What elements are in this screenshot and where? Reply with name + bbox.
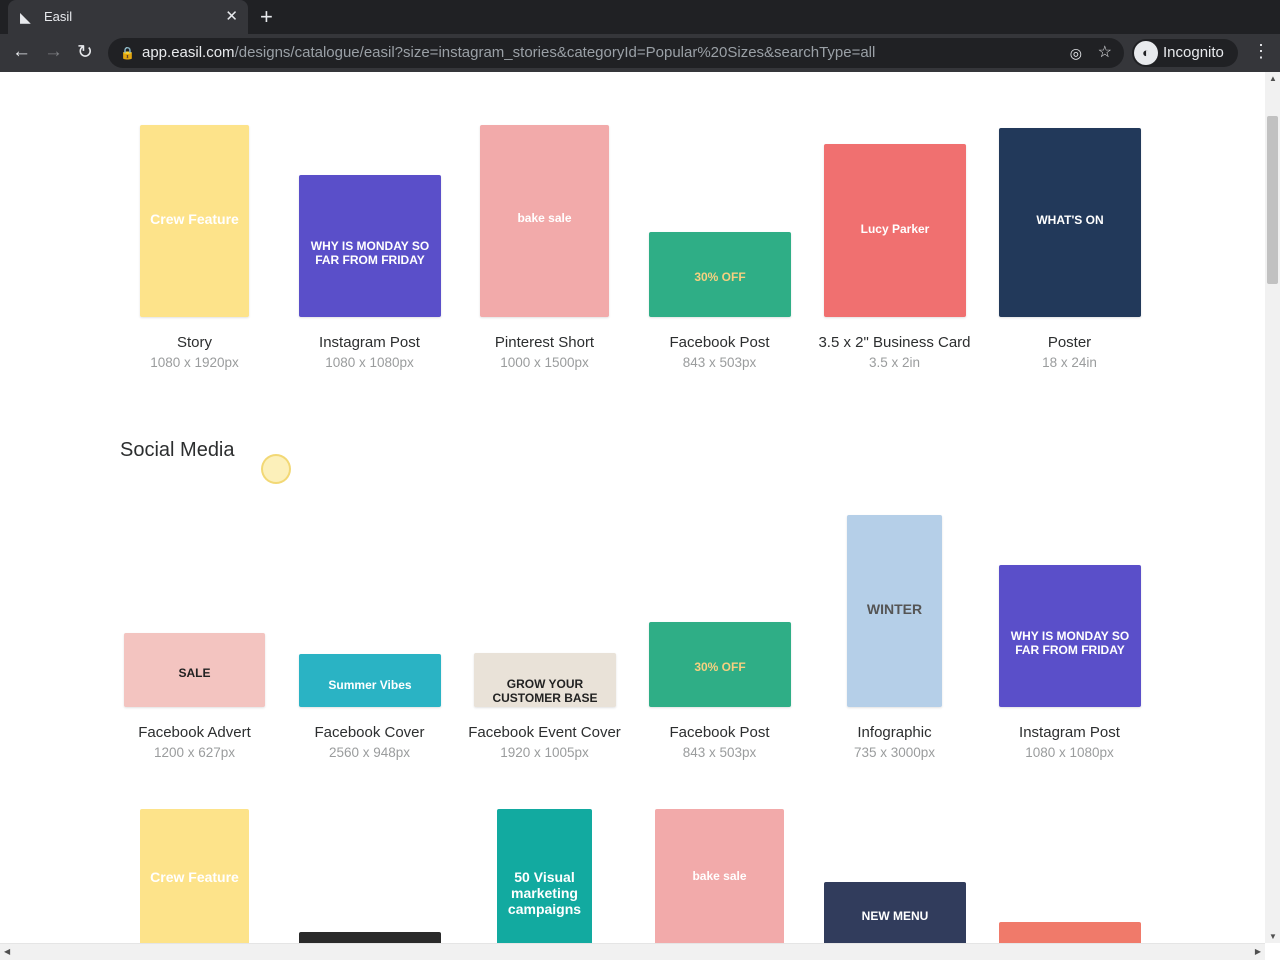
design-dimensions: 3.5 x 2in	[868, 355, 921, 370]
design-size-label: Facebook Cover	[314, 724, 425, 741]
new-tab-icon[interactable]: +	[260, 4, 273, 30]
design-dimensions: 1080 x 1080px	[1025, 745, 1114, 760]
template-thumbnail[interactable]: WINTER	[847, 515, 942, 707]
easil-favicon-icon: ◣	[20, 9, 31, 25]
design-dimensions: 843 x 503px	[682, 355, 757, 370]
design-size-label: Story	[176, 334, 212, 351]
thumbnail-text: bake sale	[692, 869, 747, 884]
thumbnail-text: 30% OFF	[694, 660, 746, 675]
design-dimensions: 1000 x 1500px	[500, 355, 589, 370]
thumbnail-text: NEW MENU	[861, 909, 929, 924]
horizontal-scrollbar[interactable]: ◀ ▶	[0, 943, 1265, 960]
catalogue-content: Social Media Crew Feature Story 1080 x 192…	[0, 72, 1265, 943]
template-thumbnail[interactable]	[999, 922, 1141, 943]
template-thumbnail[interactable]: WHY IS MONDAY SO FAR FROM FRIDAY	[299, 175, 441, 317]
design-size-label: Pinterest Short	[494, 334, 595, 351]
template-thumbnail[interactable]: SALE	[124, 633, 265, 707]
design-dimensions: 2560 x 948px	[328, 745, 411, 760]
design-size-label: 3.5 x 2" Business Card	[818, 334, 971, 351]
address-bar[interactable]: 🔒 app.easil.com/designs/catalogue/easil?…	[108, 38, 1124, 68]
design-size-label: Instagram Post	[1019, 724, 1120, 741]
design-dimensions: 735 x 3000px	[853, 745, 936, 760]
design-size-label: Infographic	[857, 724, 932, 741]
design-size-label: Facebook Post	[669, 334, 770, 351]
url-path: /designs/catalogue/easil?size=instagram_…	[234, 44, 876, 61]
template-thumbnail[interactable]: WHY IS MONDAY SO FAR FROM FRIDAY	[999, 565, 1141, 707]
incognito-icon: ◐	[1134, 41, 1158, 65]
template-thumbnail[interactable]: NEW MENU	[824, 882, 966, 943]
browser-toolbar: ← → ↻ 🔒 app.easil.com/designs/catalogue/…	[0, 34, 1280, 72]
incognito-badge[interactable]: ◐ Incognito	[1132, 39, 1238, 67]
reload-icon[interactable]: ↻	[77, 41, 93, 64]
thumbnail-text: Crew Feature	[150, 211, 239, 228]
incognito-label: Incognito	[1163, 44, 1224, 61]
design-size-label: Instagram Post	[319, 334, 420, 351]
thumbnail-text: WINTER	[866, 601, 923, 618]
section-title-social-media: Social Media	[120, 439, 235, 461]
thumbnail-text: WHY IS MONDAY SO FAR FROM FRIDAY	[1010, 628, 1130, 657]
tab-bar: ◣ Easil ✕ +	[0, 0, 1280, 34]
design-dimensions: 1200 x 627px	[153, 745, 236, 760]
template-thumbnail[interactable]: bake sale	[480, 125, 609, 317]
template-thumbnail[interactable]: GROW YOUR CUSTOMER BASE	[474, 653, 616, 707]
thumbnail-text: bake sale	[517, 211, 572, 226]
browser-tab[interactable]: ◣ Easil ✕	[8, 0, 248, 34]
template-thumbnail[interactable]: 50 Visual marketing campaigns	[497, 809, 592, 943]
thumbnail-text: GROW YOUR CUSTOMER BASE	[492, 677, 598, 706]
design-size-label: Poster	[1047, 334, 1092, 351]
tracking-blocked-icon[interactable]: ◎	[1070, 38, 1082, 68]
vertical-scrollbar[interactable]: ▲ ▼	[1265, 72, 1280, 943]
thumbnail-text: Summer Vibes	[328, 677, 412, 692]
cursor-highlight	[261, 454, 291, 484]
template-thumbnail[interactable]: Lucy Parker	[824, 144, 966, 317]
design-size-label: Facebook Event Cover	[468, 724, 621, 741]
design-size-label: Facebook Post	[669, 724, 770, 741]
template-thumbnail[interactable]	[299, 932, 441, 943]
design-dimensions: 1080 x 1080px	[325, 355, 414, 370]
thumbnail-text: 50 Visual marketing campaigns	[507, 869, 582, 918]
design-dimensions: 1080 x 1920px	[150, 355, 239, 370]
thumbnail-text: SALE	[178, 666, 211, 681]
tab-title: Easil	[44, 9, 73, 24]
design-dimensions: 843 x 503px	[682, 745, 757, 760]
back-icon[interactable]: ←	[12, 41, 31, 63]
thumbnail-text: 30% OFF	[694, 270, 746, 285]
template-thumbnail[interactable]: Summer Vibes	[299, 654, 441, 707]
template-thumbnail[interactable]: Crew Feature	[140, 125, 249, 317]
design-size-label: Facebook Advert	[138, 724, 251, 741]
scrollbar-thumb[interactable]	[1267, 116, 1278, 284]
thumbnail-text: Crew Feature	[150, 869, 239, 886]
url-host: app.easil.com	[142, 44, 235, 61]
design-dimensions: 18 x 24in	[1042, 355, 1097, 370]
design-dimensions: 1920 x 1005px	[500, 745, 589, 760]
template-thumbnail[interactable]: 30% OFF	[649, 232, 791, 317]
template-thumbnail[interactable]: WHAT'S ON	[999, 128, 1141, 317]
template-thumbnail[interactable]: 30% OFF	[649, 622, 791, 707]
template-thumbnail[interactable]: Crew Feature	[140, 809, 249, 943]
forward-icon[interactable]: →	[44, 41, 63, 63]
template-thumbnail[interactable]: bake sale	[655, 809, 784, 943]
close-tab-icon[interactable]: ✕	[225, 7, 238, 25]
browser-menu-icon[interactable]: ⋮	[1252, 41, 1270, 62]
lock-icon: 🔒	[120, 46, 135, 60]
bookmark-star-icon[interactable]: ☆	[1098, 38, 1112, 68]
thumbnail-text: Lucy Parker	[860, 221, 930, 236]
thumbnail-text: WHAT'S ON	[1036, 213, 1104, 228]
thumbnail-text: WHY IS MONDAY SO FAR FROM FRIDAY	[310, 238, 430, 267]
